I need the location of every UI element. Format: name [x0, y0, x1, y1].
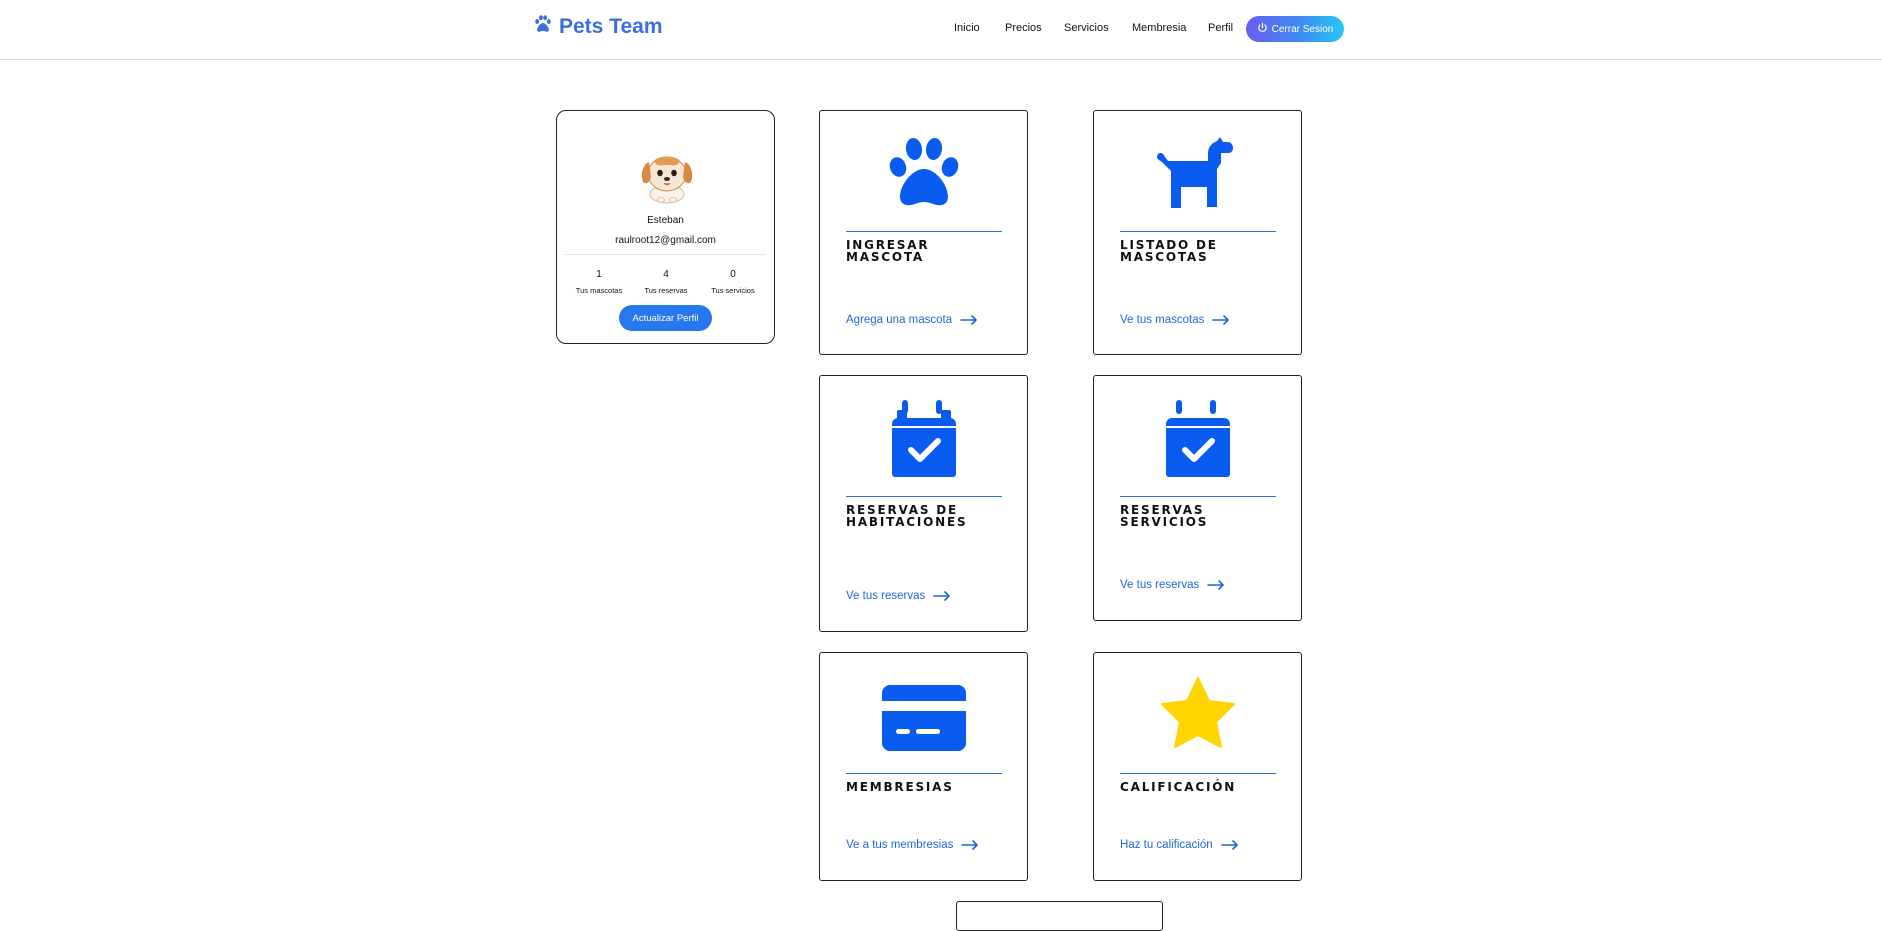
card-listado-mascotas: LISTADO DE MASCOTAS Ve tus mascotas: [1093, 110, 1302, 355]
calendar-check-icon: [1094, 398, 1301, 478]
card-link[interactable]: Ve a tus membresias: [846, 839, 979, 851]
nav-link-inicio[interactable]: Inicio: [954, 22, 980, 34]
brand-name: Pets Team: [559, 15, 663, 38]
card-link-label: Ve tus reservas: [1120, 579, 1200, 591]
arrow-right-icon: [1207, 580, 1225, 590]
logout-label: Cerrar Sesion: [1271, 23, 1334, 35]
card-link-label: Agrega una mascota: [846, 314, 953, 326]
arrow-right-icon: [1212, 315, 1230, 325]
card-membresias: MEMBRESIAS Ve a tus membresias: [819, 652, 1028, 881]
card-title: RESERVAS DE HABITACIONES: [846, 503, 968, 529]
star-icon: [1094, 675, 1301, 755]
top-navbar: Pets Team Inicio Precios Servicios Membr…: [0, 0, 1882, 60]
brand-logo[interactable]: Pets Team: [533, 14, 663, 40]
update-profile-button[interactable]: Actualizar Perfil: [619, 305, 712, 331]
nav-link-perfil[interactable]: Perfil: [1208, 22, 1233, 34]
card-link-label: Ve tus reservas: [846, 590, 926, 602]
calendar-check-icon: [820, 398, 1027, 478]
stat-label: Tus servicios: [711, 286, 755, 295]
profile-email: raulroot12@gmail.com: [615, 235, 716, 246]
puppy-avatar: [632, 144, 702, 204]
card-rule: [1120, 231, 1276, 232]
divider: [565, 254, 766, 255]
card-rule: [846, 231, 1002, 232]
card-title: INGRESAR MASCOTA: [846, 238, 930, 264]
card-calificacion: CALIFICACIÓN Haz tu calificación: [1093, 652, 1302, 881]
card-rule: [1120, 496, 1276, 497]
stat-value: 4: [663, 269, 669, 280]
card-link[interactable]: Agrega una mascota: [846, 314, 978, 326]
card-reservas-habitaciones: RESERVAS DE HABITACIONES Ve tus reservas: [819, 375, 1028, 632]
paw-icon: [533, 14, 553, 40]
card-reservas-servicios: RESERVAS SERVICIOS Ve tus reservas: [1093, 375, 1302, 621]
card-link[interactable]: Haz tu calificación: [1120, 839, 1239, 851]
card-link[interactable]: Ve tus reservas: [1120, 579, 1225, 591]
arrow-right-icon: [960, 315, 977, 325]
stat-value: 1: [596, 269, 602, 280]
card-link-label: Ve tus mascotas: [1120, 314, 1205, 326]
card-title: LISTADO DE MASCOTAS: [1120, 238, 1218, 264]
card-partial: [956, 901, 1163, 931]
card-ingresar-mascota: INGRESAR MASCOTA Agrega una mascota: [819, 110, 1028, 355]
nav-link-precios[interactable]: Precios: [1005, 22, 1042, 34]
nav-link-membresia[interactable]: Membresia: [1132, 22, 1186, 34]
stat-mascotas: 1 Tus mascotas: [564, 269, 634, 295]
logout-button[interactable]: Cerrar Sesion: [1246, 16, 1344, 42]
profile-card: Esteban raulroot12@gmail.com 1 Tus masco…: [556, 110, 775, 344]
card-rule: [846, 496, 1002, 497]
card-title: MEMBRESIAS: [846, 780, 954, 794]
arrow-right-icon: [1220, 840, 1238, 850]
nav-link-servicios[interactable]: Servicios: [1064, 22, 1109, 34]
profile-name: Esteban: [647, 215, 684, 226]
stat-label: Tus mascotas: [575, 286, 623, 295]
card-title: RESERVAS SERVICIOS: [1120, 503, 1209, 529]
card-link-label: Ve a tus membresias: [846, 839, 954, 851]
card-link[interactable]: Ve tus mascotas: [1120, 314, 1230, 326]
card-rule: [846, 773, 1002, 774]
arrow-right-icon: [961, 840, 979, 850]
card-link[interactable]: Ve tus reservas: [846, 590, 951, 602]
power-icon: [1257, 22, 1268, 36]
stat-reservas: 4 Tus reservas: [631, 269, 701, 295]
credit-card-icon: [820, 675, 1027, 755]
paw-icon: [820, 133, 1027, 213]
arrow-right-icon: [933, 591, 951, 601]
stat-value: 0: [730, 269, 736, 280]
card-link-label: Haz tu calificación: [1120, 839, 1213, 851]
card-title: CALIFICACIÓN: [1120, 780, 1237, 794]
stat-label: Tus reservas: [644, 286, 688, 295]
stat-servicios: 0 Tus servicios: [698, 269, 768, 295]
card-rule: [1120, 773, 1276, 774]
dog-icon: [1094, 133, 1301, 213]
